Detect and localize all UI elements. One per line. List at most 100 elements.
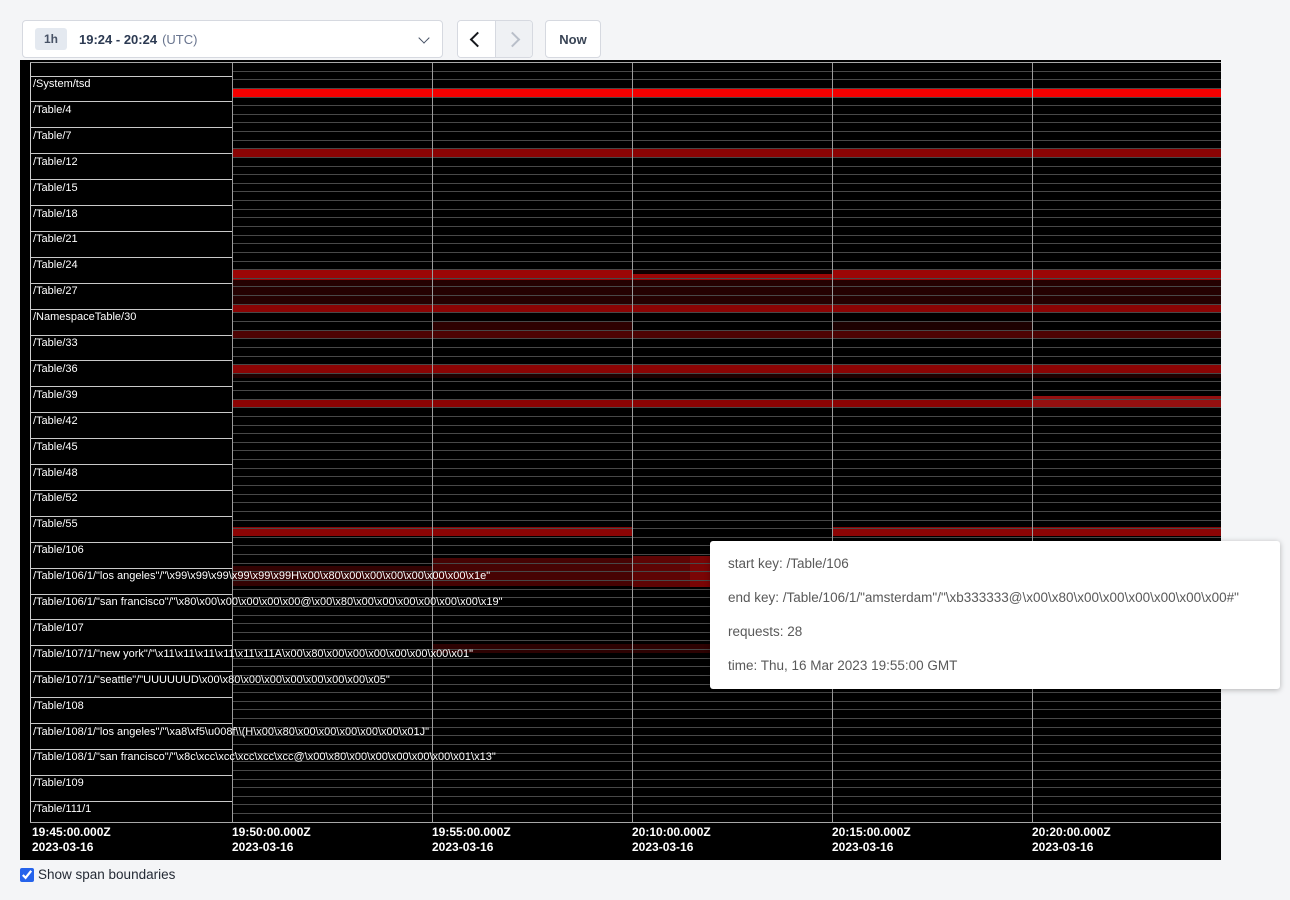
grid-line-horizontal — [232, 183, 1221, 184]
grid-line-horizontal — [232, 442, 1221, 443]
grid-line-horizontal — [232, 399, 1221, 400]
grid-line-vertical — [30, 62, 31, 822]
span-boundary-line — [30, 101, 232, 102]
row-label: /Table/7 — [33, 130, 72, 142]
span-boundary-line — [30, 360, 232, 361]
grid-line-horizontal — [232, 71, 1221, 72]
grid-line-horizontal — [232, 779, 1221, 780]
span-boundary-line — [30, 619, 232, 620]
heat-bar — [632, 270, 832, 274]
x-axis-tick: 20:15:00.000Z2023-03-16 — [832, 825, 911, 855]
timezone-text: (UTC) — [162, 32, 197, 47]
row-label: /Table/111/1 — [33, 803, 91, 815]
grid-line-horizontal — [232, 191, 1221, 192]
grid-line-horizontal — [232, 787, 1221, 788]
grid-line-vertical — [432, 62, 433, 822]
span-boundary-line — [30, 412, 232, 413]
tooltip-requests: requests: 28 — [728, 622, 1262, 642]
grid-line-horizontal — [232, 157, 1221, 158]
key-visualizer-canvas[interactable]: /System/tsd/Table/4/Table/7/Table/12/Tab… — [20, 60, 1221, 860]
grid-line-horizontal — [232, 148, 1221, 149]
grid-line-horizontal — [232, 347, 1221, 348]
row-label: /Table/106 — [33, 544, 84, 556]
grid-line-horizontal — [232, 433, 1221, 434]
span-boundary-line — [30, 283, 232, 284]
grid-line-horizontal — [232, 485, 1221, 486]
tooltip-end-key: end key: /Table/106/1/"amsterdam"/"\xb33… — [728, 588, 1262, 608]
grid-line-vertical — [832, 62, 833, 822]
row-label: /Table/27 — [33, 285, 78, 297]
row-label: /Table/12 — [33, 156, 78, 168]
row-label: /System/tsd — [33, 78, 90, 90]
chart-top-line — [30, 62, 1221, 63]
grid-line-horizontal — [232, 140, 1221, 141]
span-boundary-line — [30, 542, 232, 543]
time-range-text: 19:24 - 20:24 — [79, 32, 157, 47]
tooltip-time: time: Thu, 16 Mar 2023 19:55:00 GMT — [728, 656, 1262, 676]
grid-line-horizontal — [232, 476, 1221, 477]
x-axis-tick: 19:45:00.000Z2023-03-16 — [32, 825, 111, 855]
heat-bar — [232, 280, 1221, 304]
grid-line-horizontal — [232, 709, 1221, 710]
time-range-selector[interactable]: 1h 19:24 - 20:24 (UTC) — [22, 20, 443, 58]
span-boundary-line — [30, 645, 232, 646]
row-label: /Table/108/1/"san francisco"/"\x8c\xcc\x… — [33, 751, 496, 763]
grid-line-horizontal — [232, 770, 1221, 771]
grid-line-horizontal — [232, 278, 1221, 279]
now-button[interactable]: Now — [545, 20, 601, 58]
grid-line-horizontal — [232, 304, 1221, 305]
grid-line-horizontal — [232, 166, 1221, 167]
row-label: /Table/52 — [33, 492, 78, 504]
grid-line-horizontal — [232, 286, 1221, 287]
grid-line-horizontal — [232, 364, 1221, 365]
heat-bar — [1032, 396, 1221, 407]
grid-line-horizontal — [232, 425, 1221, 426]
row-label: /NamespaceTable/30 — [33, 311, 136, 323]
row-label: /Table/15 — [33, 182, 78, 194]
grid-line-horizontal — [232, 295, 1221, 296]
span-boundary-line — [30, 568, 232, 569]
grid-line-horizontal — [232, 217, 1221, 218]
row-label: /Table/107/1/"seattle"/"UUUUUUD\x00\x80\… — [33, 674, 390, 686]
grid-line-horizontal — [232, 381, 1221, 382]
span-boundary-line — [30, 697, 232, 698]
chevron-left-icon — [470, 31, 486, 47]
row-label: /Table/33 — [33, 337, 78, 349]
row-label: /Table/108/1/"los angeles"/"\xa8\xf5\u00… — [33, 726, 429, 738]
key-visualizer-page: 1h 19:24 - 20:24 (UTC) Now /System/tsd/T… — [0, 0, 1290, 900]
row-label: /Table/108 — [33, 700, 84, 712]
grid-line-horizontal — [232, 200, 1221, 201]
grid-line-horizontal — [232, 468, 1221, 469]
time-nav-group — [457, 20, 533, 58]
row-label: /Table/107 — [33, 622, 84, 634]
grid-line-horizontal — [232, 373, 1221, 374]
grid-line-horizontal — [232, 407, 1221, 408]
grid-line-horizontal — [232, 416, 1221, 417]
grid-line-horizontal — [232, 813, 1221, 814]
grid-line-horizontal — [232, 97, 1221, 98]
span-boundary-line — [30, 76, 232, 77]
heat-bar — [232, 331, 1221, 338]
span-boundary-line — [30, 801, 232, 802]
grid-line-horizontal — [232, 235, 1221, 236]
row-label: /Table/48 — [33, 467, 78, 479]
span-boundaries-checkbox[interactable] — [20, 868, 34, 882]
previous-range-button[interactable] — [458, 21, 496, 57]
span-boundary-line — [30, 257, 232, 258]
grid-line-horizontal — [232, 701, 1221, 702]
row-label: /Table/18 — [33, 208, 78, 220]
grid-line-vertical — [232, 62, 233, 822]
grid-line-horizontal — [232, 88, 1221, 89]
span-boundary-line — [30, 335, 232, 336]
span-boundary-line — [30, 205, 232, 206]
span-boundary-line — [30, 127, 232, 128]
span-boundary-line — [30, 594, 232, 595]
grid-line-horizontal — [232, 537, 1221, 538]
grid-line-horizontal — [232, 330, 1221, 331]
row-label: /Table/106/1/"san francisco"/"\x80\x00\x… — [33, 596, 503, 608]
grid-line-horizontal — [232, 390, 1221, 391]
grid-line-horizontal — [232, 252, 1221, 253]
x-axis-tick: 20:10:00.000Z2023-03-16 — [632, 825, 711, 855]
next-range-button[interactable] — [496, 21, 533, 57]
row-label: /Table/107/1/"new york"/"\x11\x11\x11\x1… — [33, 648, 473, 660]
